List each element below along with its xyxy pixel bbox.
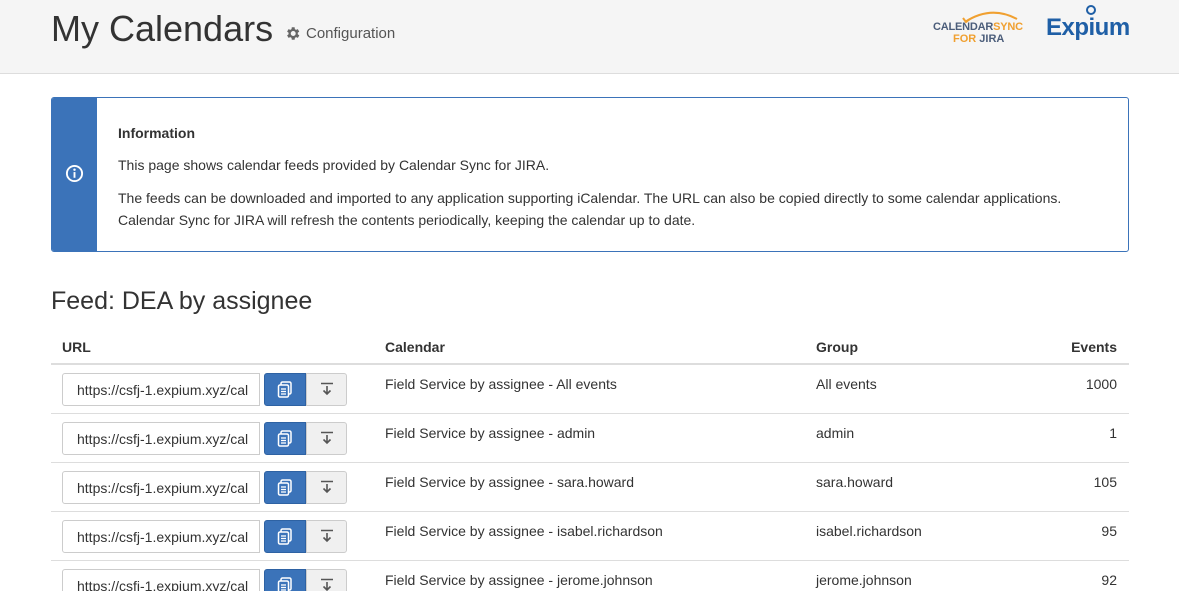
feed-table: URL Calendar Group Events Field Service … — [51, 330, 1129, 591]
feed-title: Feed: DEA by assignee — [51, 287, 313, 315]
feed-url-input[interactable] — [62, 520, 260, 553]
event-count: 92 — [1101, 572, 1117, 588]
table-header: URL Calendar Group Events — [51, 330, 1129, 365]
gear-icon — [287, 27, 300, 40]
download-icon — [320, 382, 333, 395]
column-header-url: URL — [62, 339, 91, 355]
information-panel: Information This page shows calendar fee… — [51, 97, 1129, 252]
table-row: Field Service by assignee - All events A… — [51, 365, 1129, 414]
event-count: 105 — [1093, 474, 1117, 490]
group-name: jerome.johnson — [816, 572, 912, 588]
expium-logo: Expium — [1046, 5, 1130, 42]
information-title: Information — [118, 125, 195, 141]
copy-url-button[interactable] — [264, 471, 306, 504]
logo-text-for: FOR — [953, 33, 980, 45]
feed-url-input[interactable] — [62, 422, 260, 455]
calendarsync-logo: CALENDARSYNC FOR JIRA — [931, 11, 1026, 49]
download-button[interactable] — [306, 471, 347, 504]
configuration-label: Configuration — [306, 25, 396, 42]
download-icon — [320, 578, 333, 591]
table-row: Field Service by assignee - admin admin … — [51, 414, 1129, 463]
table-row: Field Service by assignee - jerome.johns… — [51, 561, 1129, 591]
group-name: sara.howard — [816, 474, 894, 490]
copy-url-button[interactable] — [264, 422, 306, 455]
group-name: admin — [816, 425, 855, 441]
copy-icon — [277, 479, 292, 496]
copy-url-button[interactable] — [264, 373, 306, 406]
column-header-events: Events — [1071, 339, 1117, 355]
calendar-name: Field Service by assignee - jerome.johns… — [385, 572, 653, 588]
column-header-calendar: Calendar — [385, 339, 445, 355]
page-header: My Calendars Configuration CALENDARSYNC … — [0, 0, 1179, 74]
download-button[interactable] — [306, 422, 347, 455]
download-icon — [320, 529, 333, 542]
logo-text-calendar: CALENDAR — [933, 21, 994, 33]
information-sidebar — [52, 98, 97, 251]
copy-icon — [277, 430, 292, 447]
expium-logo-text: Expium — [1046, 14, 1130, 41]
download-icon — [320, 431, 333, 444]
group-name: isabel.richardson — [816, 523, 922, 539]
download-icon — [320, 480, 333, 493]
column-header-group: Group — [816, 339, 858, 355]
copy-icon — [277, 381, 292, 398]
feed-url-input[interactable] — [62, 373, 260, 406]
download-button[interactable] — [306, 569, 347, 591]
configuration-link[interactable]: Configuration — [284, 25, 395, 42]
group-name: All events — [816, 376, 877, 392]
download-button[interactable] — [306, 373, 347, 406]
page-title: My Calendars — [51, 8, 274, 49]
event-count: 1000 — [1085, 376, 1117, 392]
calendar-name: Field Service by assignee - admin — [385, 425, 596, 441]
feed-url-input[interactable] — [62, 471, 260, 504]
expium-logo-mark — [1086, 5, 1096, 15]
copy-icon — [277, 577, 292, 591]
calendar-name: Field Service by assignee - All events — [385, 376, 617, 392]
logo-text-jira: JIRA — [979, 33, 1005, 45]
logo-text-sync: SYNC — [993, 21, 1023, 33]
information-text-1: This page shows calendar feeds provided … — [118, 157, 550, 173]
event-count: 1 — [1109, 425, 1117, 441]
event-count: 95 — [1101, 523, 1117, 539]
table-row: Field Service by assignee - sara.howard … — [51, 463, 1129, 512]
feed-url-input[interactable] — [62, 569, 260, 591]
copy-url-button[interactable] — [264, 520, 306, 553]
calendar-name: Field Service by assignee - isabel.richa… — [385, 523, 663, 539]
info-circle-icon — [65, 164, 84, 183]
table-row: Field Service by assignee - isabel.richa… — [51, 512, 1129, 561]
calendar-name: Field Service by assignee - sara.howard — [385, 474, 635, 490]
information-text-2: The feeds can be downloaded and imported… — [118, 190, 1062, 228]
download-button[interactable] — [306, 520, 347, 553]
copy-url-button[interactable] — [264, 569, 306, 591]
copy-icon — [277, 528, 292, 545]
